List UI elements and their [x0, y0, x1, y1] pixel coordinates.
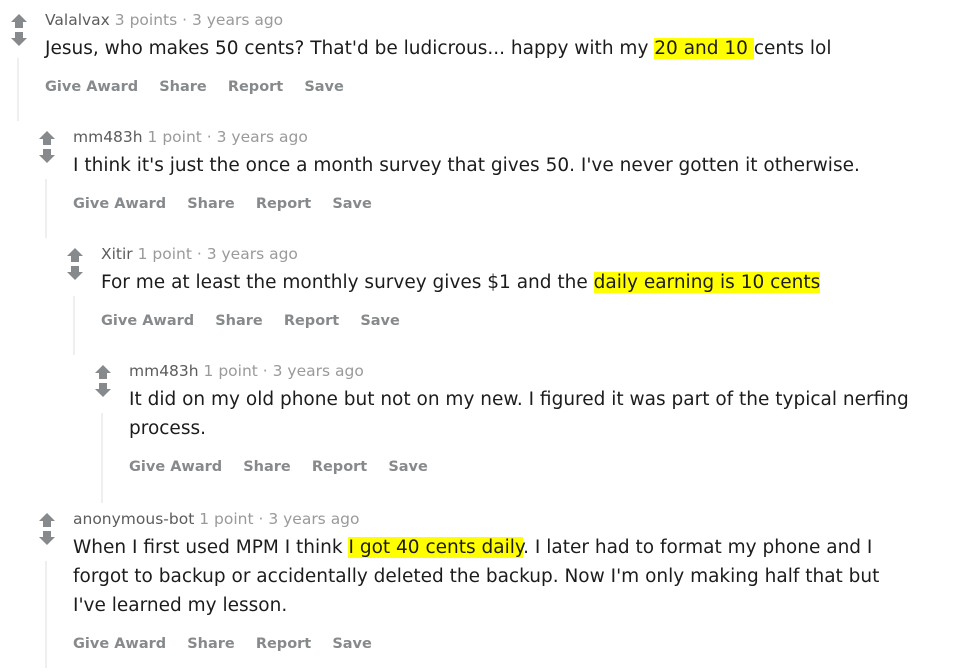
upvote-arrow-icon[interactable]: [36, 129, 58, 147]
comment-mm483h: mm483h 1 point · 3 years ago I think it'…: [28, 121, 959, 238]
comment-author[interactable]: mm483h: [129, 362, 199, 380]
upvote-arrow-icon[interactable]: [8, 12, 30, 30]
report-button[interactable]: Report: [256, 636, 311, 652]
comment-body: Jesus, who makes 50 cents? That'd be lud…: [45, 38, 832, 59]
comment-meta: Xitir 1 point · 3 years ago: [101, 238, 959, 265]
share-button[interactable]: Share: [243, 459, 291, 475]
upvote-arrow-icon[interactable]: [64, 246, 86, 264]
save-button[interactable]: Save: [388, 459, 428, 475]
comment-actions: Give Award Share Report Save: [101, 297, 959, 335]
save-button[interactable]: Save: [332, 636, 372, 652]
comment-actions: Give Award Share Report Save: [129, 443, 959, 481]
comment-meta: anonymous-bot 1 point · 3 years ago: [73, 503, 959, 530]
report-button[interactable]: Report: [228, 79, 283, 95]
comment-mm483h: mm483h 1 point · 3 years ago It did on m…: [84, 355, 959, 503]
vote-controls: [8, 12, 30, 48]
share-button[interactable]: Share: [187, 196, 235, 212]
give-award-button[interactable]: Give Award: [73, 196, 166, 212]
comment-meta-info: 1 point · 3 years ago: [147, 128, 308, 146]
comment-meta: Valalvax 3 points · 3 years ago: [45, 4, 959, 31]
save-button[interactable]: Save: [332, 196, 372, 212]
share-button[interactable]: Share: [187, 636, 235, 652]
comment-anonymous-bot: anonymous-bot 1 point · 3 years ago When…: [28, 503, 959, 668]
comment-actions: Give Award Share Report Save: [73, 180, 959, 218]
give-award-button[interactable]: Give Award: [73, 636, 166, 652]
comment-meta-info: 3 points · 3 years ago: [114, 11, 284, 29]
comment-meta-info: 1 point · 3 years ago: [137, 245, 298, 263]
share-button[interactable]: Share: [215, 313, 263, 329]
comment-author[interactable]: Valalvax: [45, 11, 110, 29]
comment-author[interactable]: mm483h: [73, 128, 143, 146]
highlighted-text: I got 40 cents daily: [348, 537, 524, 558]
comment-meta-info: 1 point · 3 years ago: [203, 362, 364, 380]
comment-valalvax: Valalvax 3 points · 3 years ago Jesus, w…: [0, 0, 959, 121]
comment-xitir: Xitir 1 point · 3 years ago For me at le…: [56, 238, 959, 355]
comment-actions: Give Award Share Report Save: [73, 620, 959, 658]
vote-controls: [36, 129, 58, 165]
upvote-arrow-icon[interactable]: [36, 511, 58, 529]
comment-meta-info: 1 point · 3 years ago: [199, 510, 360, 528]
comment-body: For me at least the monthly survey gives…: [101, 272, 821, 293]
downvote-arrow-icon[interactable]: [8, 30, 30, 48]
downvote-arrow-icon[interactable]: [36, 529, 58, 547]
give-award-button[interactable]: Give Award: [129, 459, 222, 475]
comment-author[interactable]: anonymous-bot: [73, 510, 194, 528]
vote-controls: [36, 511, 58, 547]
share-button[interactable]: Share: [159, 79, 207, 95]
comment-meta: mm483h 1 point · 3 years ago: [129, 355, 959, 382]
comment-meta: mm483h 1 point · 3 years ago: [73, 121, 959, 148]
upvote-arrow-icon[interactable]: [92, 363, 114, 381]
downvote-arrow-icon[interactable]: [64, 264, 86, 282]
save-button[interactable]: Save: [304, 79, 344, 95]
report-button[interactable]: Report: [312, 459, 367, 475]
report-button[interactable]: Report: [256, 196, 311, 212]
downvote-arrow-icon[interactable]: [36, 147, 58, 165]
save-button[interactable]: Save: [360, 313, 400, 329]
report-button[interactable]: Report: [284, 313, 339, 329]
comment-actions: Give Award Share Report Save: [45, 63, 959, 101]
give-award-button[interactable]: Give Award: [101, 313, 194, 329]
comment-thread: Valalvax 3 points · 3 years ago Jesus, w…: [0, 0, 959, 672]
downvote-arrow-icon[interactable]: [92, 381, 114, 399]
comment-body: It did on my old phone but not on my new…: [129, 389, 909, 439]
comment-body: When I first used MPM I think I got 40 c…: [73, 537, 880, 616]
vote-controls: [92, 363, 114, 399]
highlighted-text: daily earning is 10 cents: [593, 272, 821, 293]
comment-body: I think it's just the once a month surve…: [73, 155, 860, 176]
comment-author[interactable]: Xitir: [101, 245, 133, 263]
give-award-button[interactable]: Give Award: [45, 79, 138, 95]
highlighted-text: 20 and 10: [654, 38, 754, 59]
vote-controls: [64, 246, 86, 282]
